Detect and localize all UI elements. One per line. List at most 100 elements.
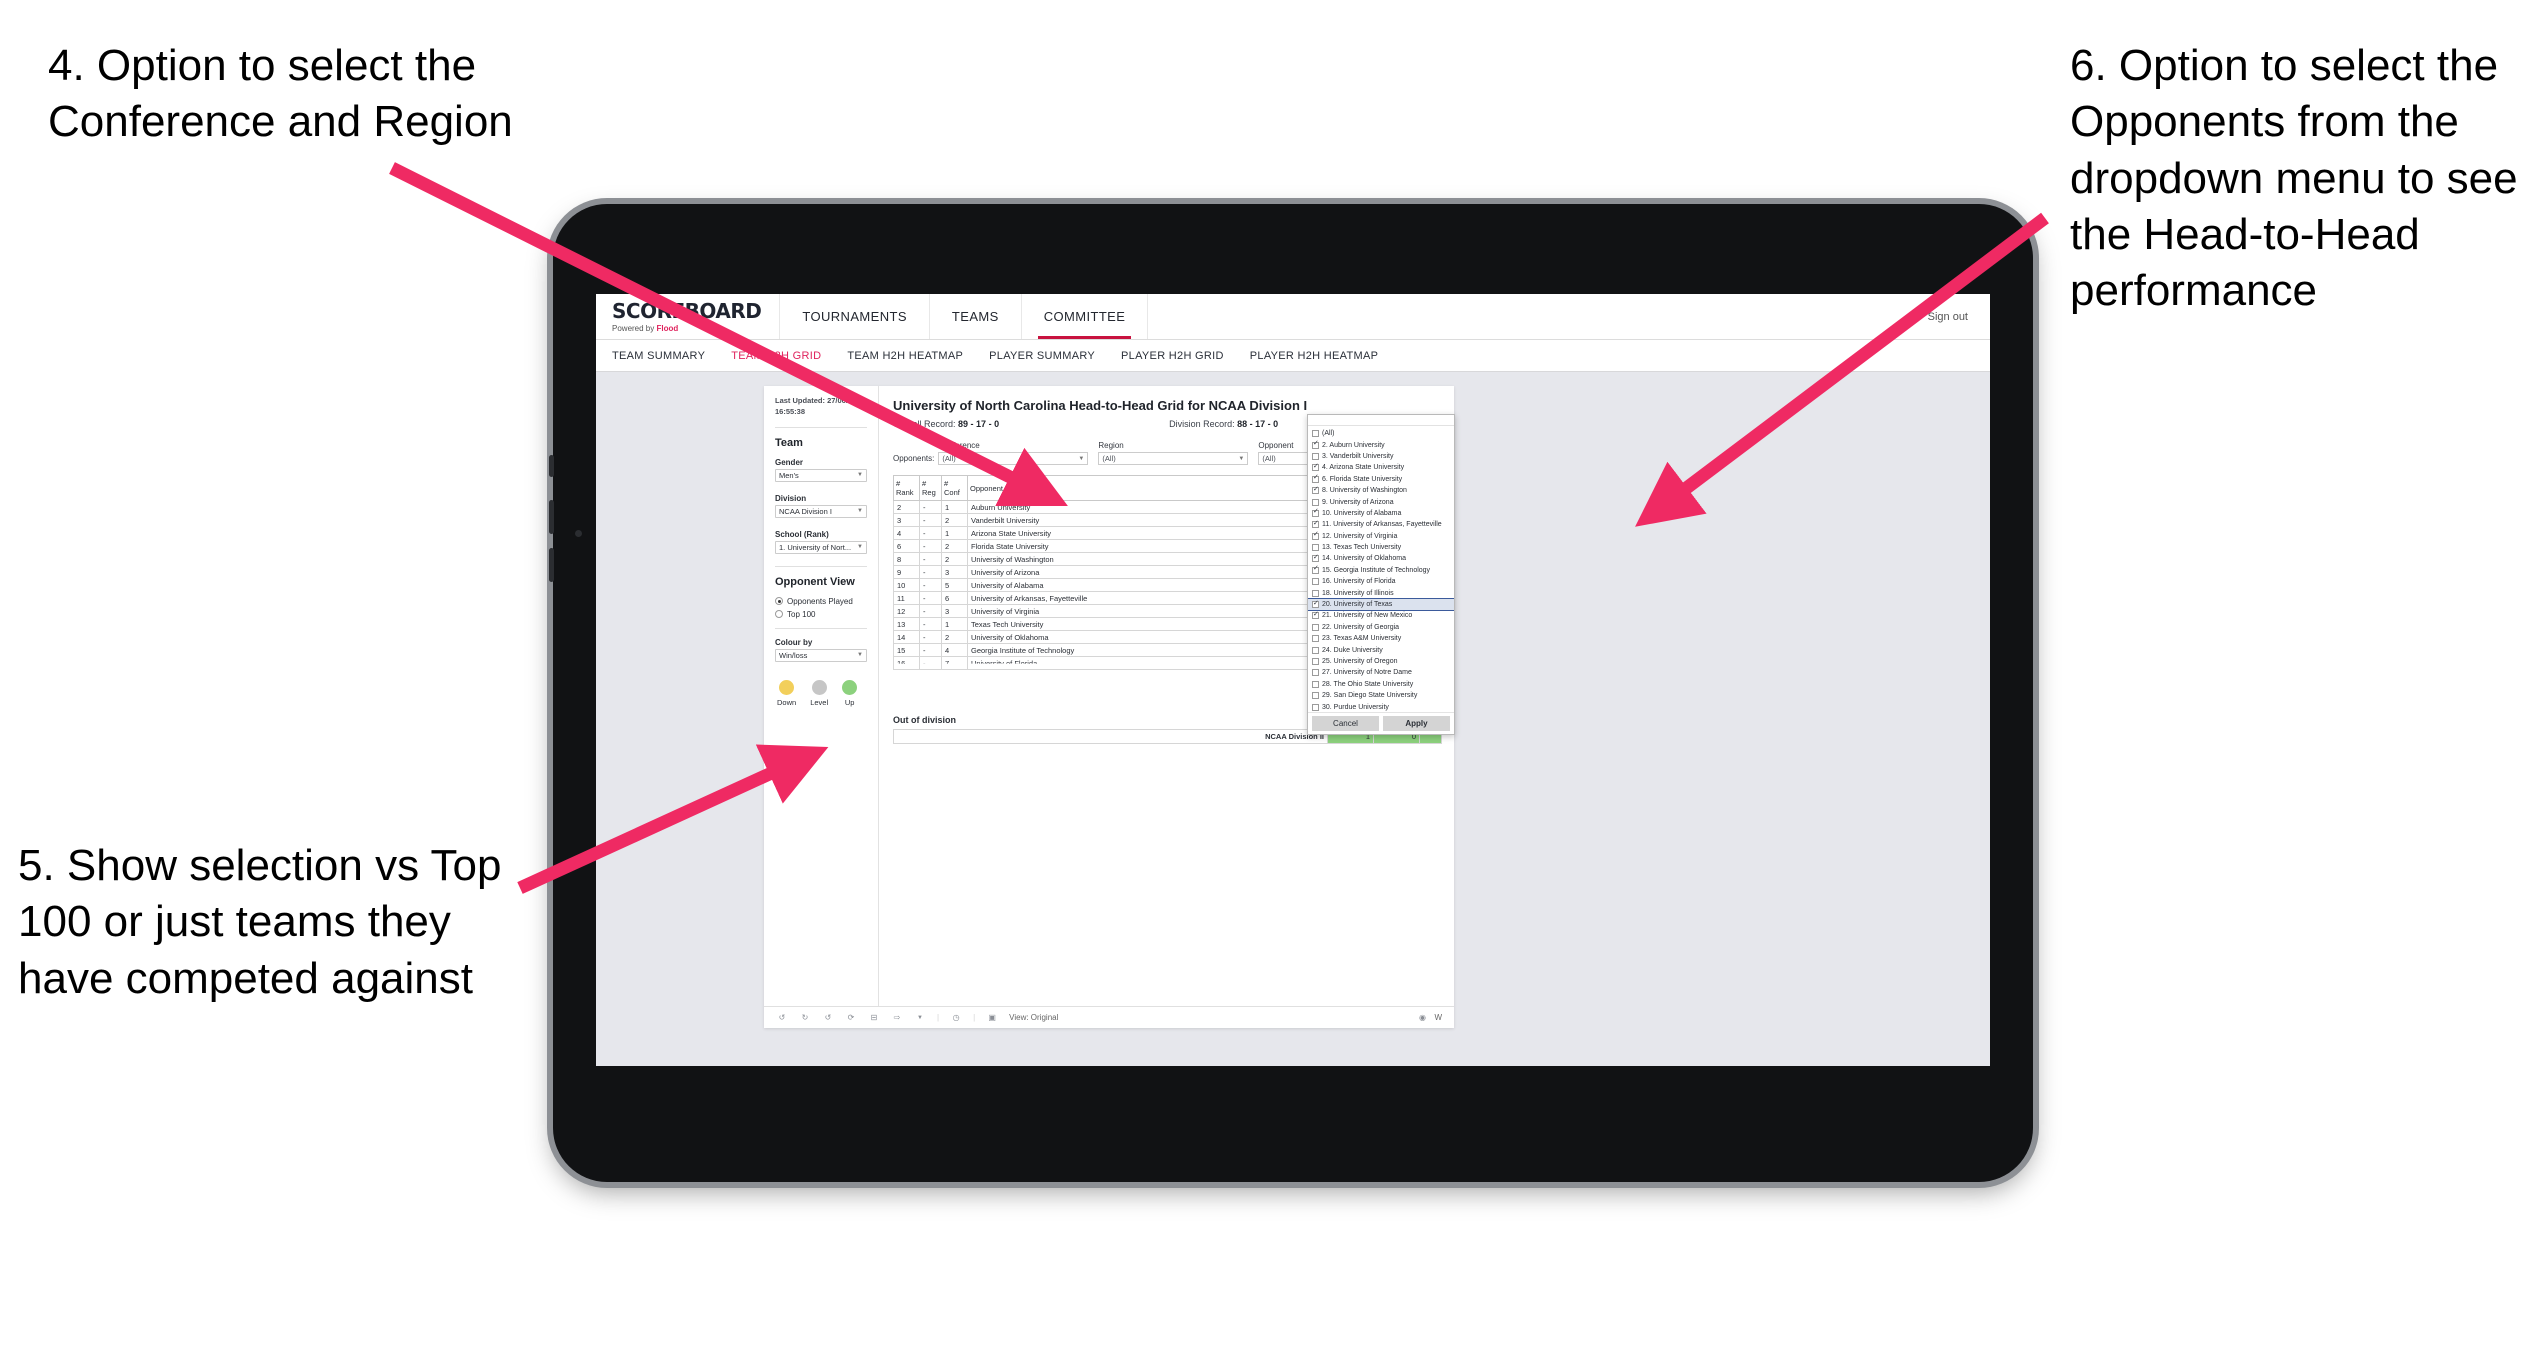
nav-item-committee[interactable]: COMMITTEE (1022, 294, 1149, 339)
opponent-dropdown-list[interactable]: (All) 2. Auburn University 3. Vanderbilt U… (1308, 426, 1454, 712)
dropdown-option-label: 27. University of Notre Dame (1322, 669, 1412, 677)
checkbox-icon[interactable] (1312, 544, 1319, 552)
chevron-down-icon[interactable]: ▼ (914, 1012, 926, 1024)
refresh-icon[interactable]: ⟳ (845, 1012, 857, 1024)
share-icon[interactable]: ⇨ (891, 1012, 903, 1024)
dropdown-option[interactable]: 29. San Diego State University (1308, 690, 1454, 701)
dropdown-option[interactable]: 14. University of Oklahoma (1308, 553, 1454, 564)
colour-by-select[interactable]: Win/loss ▼ (775, 648, 867, 662)
watch-label[interactable]: W (1434, 1013, 1442, 1022)
chevron-down-icon: ▼ (857, 652, 863, 659)
cell-reg: - (919, 643, 942, 657)
dropdown-option[interactable]: 28. The Ohio State University (1308, 679, 1454, 690)
subnav-player-summary[interactable]: PLAYER SUMMARY (989, 350, 1095, 362)
dropdown-option[interactable]: 12. University of Virginia (1308, 531, 1454, 542)
checkbox-icon[interactable] (1312, 635, 1319, 643)
view-icon[interactable]: ▣ (986, 1012, 998, 1024)
dropdown-option[interactable]: 20. University of Texas (1308, 597, 1454, 612)
cell-opponent: University of Arizona (967, 565, 1328, 579)
apply-button[interactable]: Apply (1383, 716, 1450, 731)
radio-top-100[interactable]: Top 100 (775, 610, 867, 619)
nav-item-teams[interactable]: TEAMS (930, 294, 1022, 339)
nav-item-tournaments[interactable]: TOURNAMENTS (780, 294, 930, 339)
dropdown-option[interactable]: 23. Texas A&M University (1308, 633, 1454, 644)
subnav-team-h2h-heatmap[interactable]: TEAM H2H HEATMAP (847, 350, 963, 362)
dropdown-option[interactable]: 3. Vanderbilt University (1308, 451, 1454, 462)
dropdown-option[interactable]: 27. University of Notre Dame (1308, 667, 1454, 678)
dropdown-option[interactable]: 2. Auburn University (1308, 439, 1454, 450)
opponent-dropdown-search[interactable] (1308, 415, 1454, 426)
gender-select[interactable]: Men's ▼ (775, 468, 867, 482)
checkbox-icon[interactable] (1312, 531, 1319, 540)
dropdown-option-label: 10. University of Alabama (1322, 509, 1402, 517)
revert-icon[interactable]: ↺ (822, 1012, 834, 1024)
checkbox-icon[interactable] (1312, 589, 1319, 597)
dropdown-option[interactable]: 22. University of Georgia (1308, 622, 1454, 633)
opponent-dropdown-popup[interactable]: (All) 2. Auburn University 3. Vanderbilt U… (1307, 414, 1455, 735)
dropdown-option[interactable]: 30. Purdue University (1308, 701, 1454, 712)
checkbox-icon[interactable] (1312, 623, 1319, 631)
history-icon[interactable]: ◷ (950, 1012, 962, 1024)
dropdown-option-label: 15. Georgia Institute of Technology (1322, 566, 1431, 574)
checkbox-icon[interactable] (1312, 646, 1319, 654)
checkbox-icon[interactable] (1312, 486, 1319, 495)
checkbox-icon[interactable] (1312, 430, 1319, 438)
checkbox-icon[interactable] (1312, 452, 1319, 460)
opponent-dropdown-footer: Cancel Apply (1308, 712, 1454, 734)
col-header-reg[interactable]: # Reg (919, 475, 942, 501)
division-select[interactable]: NCAA Division I ▼ (775, 504, 867, 518)
checkbox-icon[interactable] (1312, 680, 1319, 688)
dropdown-option[interactable]: 15. Georgia Institute of Technology (1308, 565, 1454, 576)
pause-icon[interactable]: ⊟ (868, 1012, 880, 1024)
dropdown-option[interactable]: 11. University of Arkansas, Fayetteville (1308, 519, 1454, 530)
checkbox-icon[interactable] (1312, 520, 1319, 529)
dropdown-option[interactable]: 24. Duke University (1308, 644, 1454, 655)
dropdown-option[interactable]: (All) (1308, 428, 1454, 439)
subnav-team-h2h-grid[interactable]: TEAM H2H GRID (731, 350, 821, 362)
dropdown-option[interactable]: 13. Texas Tech University (1308, 542, 1454, 553)
checkbox-icon[interactable] (1312, 474, 1319, 483)
sign-out-link[interactable]: Sign out (1928, 311, 1968, 323)
brand-logo[interactable]: SCOREBOARD Powered by Flood (596, 294, 781, 339)
dropdown-option[interactable]: 16. University of Florida (1308, 576, 1454, 587)
checkbox-icon[interactable] (1312, 508, 1319, 517)
dropdown-option[interactable]: 10. University of Alabama (1308, 508, 1454, 519)
checkbox-icon[interactable] (1312, 703, 1319, 711)
checkbox-icon[interactable] (1312, 658, 1319, 665)
checkbox-icon[interactable] (1312, 565, 1319, 574)
cell-rank: 11 (893, 591, 920, 605)
undo-icon[interactable]: ↺ (776, 1012, 788, 1024)
redo-icon[interactable]: ↻ (799, 1012, 811, 1024)
checkbox-icon[interactable] (1312, 600, 1319, 609)
checkbox-icon[interactable] (1312, 692, 1319, 700)
col-header-rank[interactable]: # Rank (893, 475, 920, 501)
dropdown-option[interactable]: 25. University of Oregon (1308, 656, 1454, 667)
dropdown-option[interactable]: 9. University of Arizona (1308, 496, 1454, 507)
radio-opponents-played[interactable]: Opponents Played (775, 597, 867, 606)
watch-icon[interactable]: ◉ (1416, 1012, 1428, 1024)
checkbox-icon[interactable] (1312, 554, 1319, 563)
checkbox-icon[interactable] (1312, 578, 1319, 586)
checkbox-icon[interactable] (1312, 611, 1319, 620)
dropdown-option[interactable]: 8. University of Washington (1308, 485, 1454, 496)
school-rank-select[interactable]: 1. University of Nort... ▼ (775, 540, 867, 554)
dropdown-option[interactable]: 21. University of New Mexico (1308, 610, 1454, 621)
cancel-button[interactable]: Cancel (1312, 716, 1379, 731)
col-header-conf[interactable]: # Conf (941, 475, 968, 501)
checkbox-icon[interactable] (1312, 440, 1319, 449)
subnav-team-summary[interactable]: TEAM SUMMARY (612, 350, 705, 362)
checkbox-icon[interactable] (1312, 498, 1319, 506)
dropdown-option-label: 4. Arizona State University (1322, 464, 1405, 472)
checkbox-icon[interactable] (1312, 463, 1319, 472)
dropdown-option[interactable]: 4. Arizona State University (1308, 462, 1454, 473)
checkbox-icon[interactable] (1312, 669, 1319, 677)
dropdown-option[interactable]: 18. University of Illinois (1308, 587, 1454, 598)
cell-rank: 3 (893, 513, 920, 527)
subnav-player-h2h-heatmap[interactable]: PLAYER H2H HEATMAP (1250, 350, 1378, 362)
col-header-opponent[interactable]: Opponent (967, 475, 1328, 501)
view-original-label[interactable]: View: Original (1009, 1013, 1058, 1022)
subnav-player-h2h-grid[interactable]: PLAYER H2H GRID (1121, 350, 1224, 362)
conference-select[interactable]: (All) ▼ (938, 452, 1089, 465)
region-select[interactable]: (All) ▼ (1098, 452, 1249, 465)
dropdown-option[interactable]: 6. Florida State University (1308, 474, 1454, 485)
